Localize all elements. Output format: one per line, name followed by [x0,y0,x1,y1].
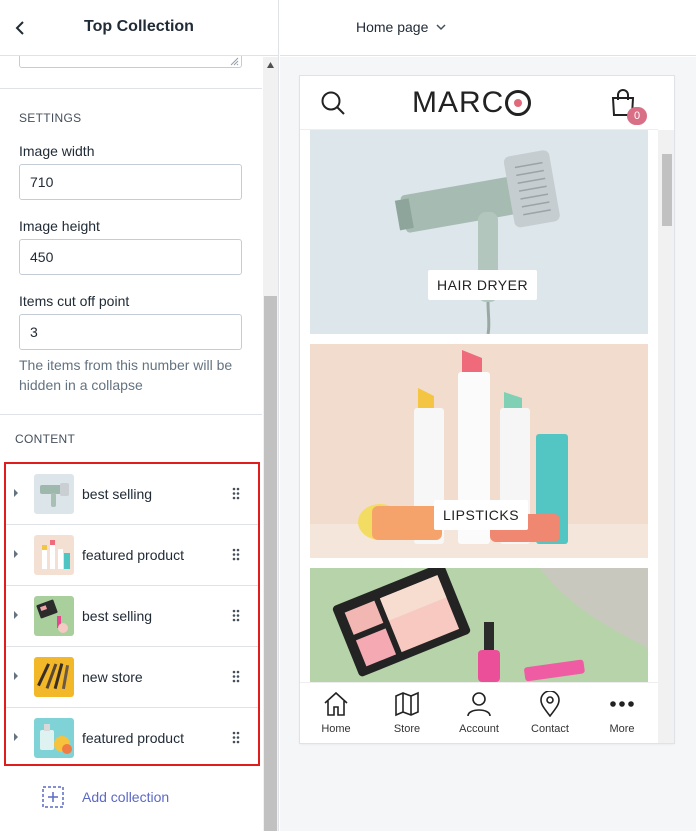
mobile-preview: MARC 0 HAIR DRYER LIPSTICKS Home Store A… [300,76,674,743]
settings-heading: SETTINGS [19,111,82,125]
list-item[interactable]: featured product [6,525,258,586]
editor-sidebar: Top Collection SETTINGS Image width Imag… [0,0,279,831]
collection-thumbnail [34,657,74,697]
banner-label: LIPSTICKS [434,500,529,530]
collection-thumbnail [34,596,74,636]
collection-banner[interactable] [310,568,648,682]
nav-contact[interactable]: Contact [518,683,582,743]
add-section-icon [42,786,64,808]
drag-handle-icon[interactable] [232,670,240,683]
home-icon [324,691,348,716]
caret-right-icon[interactable] [12,732,20,742]
store-logo[interactable]: MARC [412,86,532,120]
nav-label: Account [459,723,499,735]
store-header: MARC 0 [300,76,658,130]
cutoff-input[interactable] [19,314,242,350]
chevron-down-icon [436,23,446,30]
sidebar-header: Top Collection [0,0,278,56]
bottom-nav: Home Store Account Contact More [300,682,658,743]
hair-dryer-image [310,130,648,334]
collection-banner[interactable]: LIPSTICKS [310,344,648,558]
more-dots-icon [610,701,634,707]
list-item-label: featured product [82,730,184,746]
resize-grip-icon[interactable] [230,57,239,66]
nav-label: Home [321,723,351,735]
add-collection-label: Add collection [82,789,170,805]
makeup-palette-image [310,568,648,682]
nav-store[interactable]: Store [375,683,439,743]
preview-topbar: Home page [280,0,696,56]
image-height-input[interactable] [19,239,242,275]
banner-label: HAIR DRYER [428,270,538,300]
collection-thumbnail [34,535,74,575]
add-collection-button[interactable]: Add collection [42,786,169,808]
list-item[interactable]: new store [6,647,258,708]
logo-o-mark [505,90,532,116]
search-icon[interactable] [320,90,346,116]
panel-title: Top Collection [84,18,194,35]
nav-label: More [609,723,635,735]
list-item-label: best selling [82,608,153,624]
content-list: best selling featured product best selli… [4,462,260,766]
nav-more[interactable]: More [590,683,654,743]
list-item[interactable]: featured product [6,708,258,769]
image-width-label: Image width [19,143,95,159]
nav-label: Store [393,723,421,735]
list-item-label: new store [82,669,143,685]
logo-text: MARC [412,86,505,119]
nav-label: Contact [531,723,569,735]
list-item-label: featured product [82,547,184,563]
scroll-up-arrow-icon[interactable] [266,61,275,69]
drag-handle-icon[interactable] [232,609,240,622]
cart-count-badge: 0 [627,107,647,125]
page-selector-label: Home page [356,19,429,35]
drag-handle-icon[interactable] [232,731,240,744]
preview-scrollbar-thumb[interactable] [662,154,672,226]
nav-account[interactable]: Account [447,683,511,743]
cutoff-label: Items cut off point [19,293,130,309]
divider [0,88,262,89]
divider [0,414,262,415]
list-item[interactable]: best selling [6,464,258,525]
textarea-field[interactable] [19,56,242,68]
sidebar-scrollbar-thumb[interactable] [264,296,277,831]
nav-home[interactable]: Home [304,683,368,743]
caret-right-icon[interactable] [12,671,20,681]
map-icon [395,691,419,717]
content-heading: CONTENT [15,432,76,446]
caret-right-icon[interactable] [12,549,20,559]
image-width-input[interactable] [19,164,242,200]
cutoff-help-text: The items from this number will be hidde… [19,357,233,393]
list-item[interactable]: best selling [6,586,258,647]
drag-handle-icon[interactable] [232,487,240,500]
image-height-label: Image height [19,218,100,234]
collection-thumbnail [34,474,74,514]
drag-handle-icon[interactable] [232,548,240,561]
collection-banner[interactable]: HAIR DRYER [310,130,648,334]
page-selector[interactable]: Home page [356,19,446,35]
caret-right-icon[interactable] [12,610,20,620]
collection-thumbnail [34,718,74,758]
caret-right-icon[interactable] [12,488,20,498]
list-item-label: best selling [82,486,153,502]
location-pin-icon [540,691,560,717]
user-icon [467,692,491,717]
